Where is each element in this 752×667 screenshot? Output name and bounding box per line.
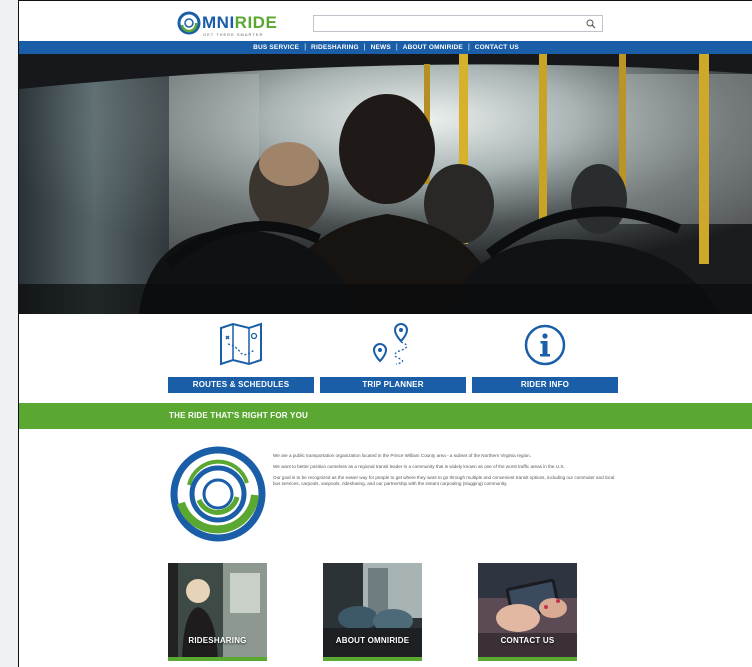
logo-wordmark: MNIRIDE [202,13,278,32]
quick-links: ROUTES & SCHEDULES TRIP PLANNER RIDER IN… [19,314,752,402]
tile-about-label: ABOUT OMNIRIDE [335,636,410,645]
section-title: THE RIDE THAT'S RIGHT FOR YOU [169,411,308,420]
nav-about-omniride[interactable]: ABOUT OMNIRIDE [398,44,468,51]
trip-planner-button[interactable]: TRIP PLANNER [320,377,466,393]
site-header: MNIRIDE GET THERE SMARTER [19,1,752,41]
about-section: We are a public transportation organizat… [19,429,752,559]
tile-about-omniride[interactable]: ABOUT OMNIRIDE [323,563,422,661]
tile-ridesharing[interactable]: RIDESHARING [168,563,267,661]
omniride-logo[interactable]: MNIRIDE GET THERE SMARTER [177,9,277,37]
nav-bus-service[interactable]: BUS SERVICE [248,44,304,51]
feature-tiles: RIDESHARING ABOUT OMNIRIDE CONTACT US [19,561,752,667]
search-input[interactable] [314,18,602,34]
ridesharing-photo [168,563,267,657]
search-icon[interactable] [586,19,596,29]
nav-contact-us[interactable]: CONTACT US [470,44,524,51]
about-text: We are a public transportation organizat… [273,453,621,492]
contact-us-photo [478,563,577,657]
about-omniride-photo [323,563,422,657]
tile-contact-us[interactable]: CONTACT US [478,563,577,661]
main-nav: BUS SERVICE | RIDESHARING | NEWS | ABOUT… [19,41,752,54]
hero-image-bus-interior [19,54,752,314]
about-paragraph: We want to better position ourselves as … [273,464,565,469]
search-box[interactable] [313,15,603,34]
tile-ridesharing-label: RIDESHARING [188,636,247,645]
routes-schedules-button[interactable]: ROUTES & SCHEDULES [168,377,314,393]
info-icon [524,324,566,366]
about-paragraph: Our goal is to be recognized as the easi… [273,475,615,486]
omniride-emblem-icon [170,446,266,542]
nav-news[interactable]: NEWS [366,44,396,51]
map-icon [220,322,262,366]
hero-photo [19,54,752,314]
rider-info-button[interactable]: RIDER INFO [472,377,618,393]
section-banner: THE RIDE THAT'S RIGHT FOR YOU [19,403,752,429]
nav-ridesharing[interactable]: RIDESHARING [306,44,364,51]
website-page: MNIRIDE GET THERE SMARTER BUS SERVICE | … [18,0,752,667]
logo-swirl-icon [177,11,201,35]
about-paragraph: We are a public transportation organizat… [273,453,531,458]
route-pins-icon [372,322,409,365]
logo-tagline: GET THERE SMARTER [203,32,264,37]
tile-contact-label: CONTACT US [500,636,555,645]
